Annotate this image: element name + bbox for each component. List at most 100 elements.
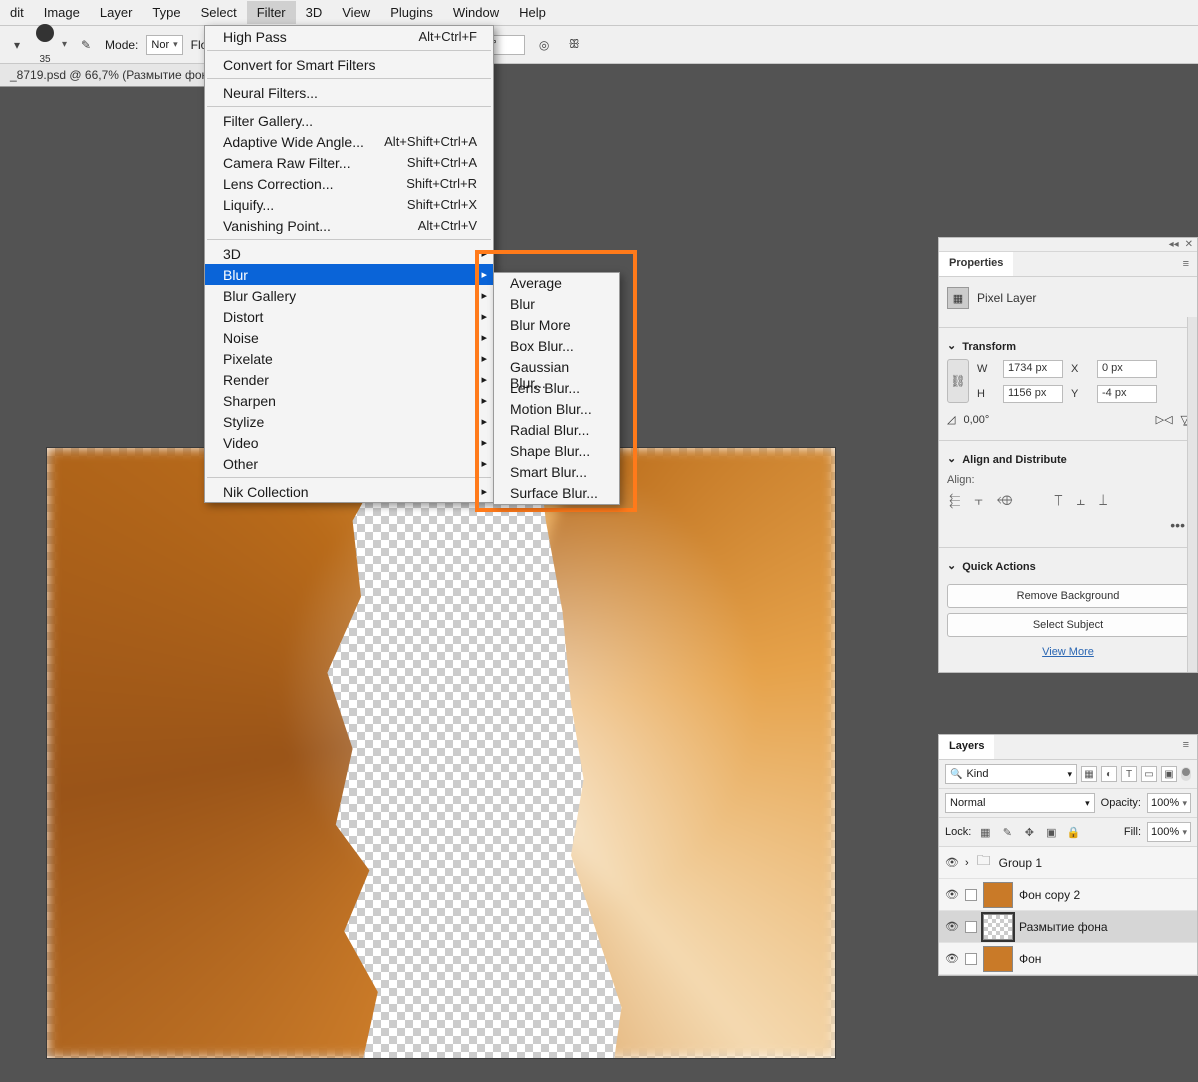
y-input[interactable]: -4 px xyxy=(1097,385,1157,403)
align-bottom-icon[interactable]: ⟘ xyxy=(1099,492,1107,509)
view-more-link[interactable]: View More xyxy=(947,642,1189,662)
menu-item-noise[interactable]: Noise xyxy=(205,327,493,348)
properties-tab[interactable]: Properties xyxy=(939,252,1013,276)
layer-list[interactable]: 👁›🗀Group 1👁Фон copy 2👁Размытие фона👁Фон xyxy=(939,847,1197,975)
filter-type-icon[interactable]: T xyxy=(1121,766,1137,782)
dropdown-caret-icon[interactable]: ▾ xyxy=(62,39,67,50)
layer-thumb[interactable] xyxy=(983,914,1013,940)
menu-item-3d[interactable]: 3D xyxy=(205,243,493,264)
lock-paint-icon[interactable]: ✎ xyxy=(999,824,1015,840)
tool-preset-icon[interactable]: ▾ xyxy=(6,34,28,56)
submenu-item-blur[interactable]: Blur xyxy=(494,294,619,315)
menu-select[interactable]: Select xyxy=(191,1,247,24)
align-left-icon[interactable]: ⬱ xyxy=(949,492,960,509)
submenu-item-gaussian-blur-[interactable]: Gaussian Blur... xyxy=(494,357,619,378)
submenu-item-box-blur-[interactable]: Box Blur... xyxy=(494,336,619,357)
layer-checkbox[interactable] xyxy=(965,889,977,901)
layer-checkbox[interactable] xyxy=(965,921,977,933)
lock-artboard-icon[interactable]: ▣ xyxy=(1043,824,1059,840)
align-top-icon[interactable]: ⟙ xyxy=(1054,492,1062,509)
layer-checkbox[interactable] xyxy=(965,953,977,965)
menu-item-camera-raw-filter-[interactable]: Camera Raw Filter...Shift+Ctrl+A xyxy=(205,152,493,173)
brush-settings-icon[interactable]: ✎ xyxy=(75,34,97,56)
layer-thumb[interactable] xyxy=(983,882,1013,908)
menu-item-convert-for-smart-filters[interactable]: Convert for Smart Filters xyxy=(205,54,493,75)
layer-name[interactable]: Фон xyxy=(1019,952,1041,966)
blur-submenu[interactable]: AverageBlurBlur MoreBox Blur...Gaussian … xyxy=(493,272,620,505)
transform-header[interactable]: Transform xyxy=(947,334,1189,359)
menu-item-blur-gallery[interactable]: Blur Gallery xyxy=(205,285,493,306)
menu-item-neural-filters-[interactable]: Neural Filters... xyxy=(205,82,493,103)
menu-item-sharpen[interactable]: Sharpen xyxy=(205,390,493,411)
align-right-icon[interactable]: ⬲ xyxy=(997,492,1012,509)
filter-adjust-icon[interactable]: ◐ xyxy=(1101,766,1117,782)
submenu-item-blur-more[interactable]: Blur More xyxy=(494,315,619,336)
menu-item-liquify-[interactable]: Liquify...Shift+Ctrl+X xyxy=(205,194,493,215)
menu-filter[interactable]: Filter xyxy=(247,1,296,24)
submenu-item-radial-blur-[interactable]: Radial Blur... xyxy=(494,420,619,441)
butterfly-icon[interactable]: ꕥ xyxy=(563,34,585,56)
layer-opacity-input[interactable]: 100% xyxy=(1147,793,1191,813)
select-subject-button[interactable]: Select Subject xyxy=(947,613,1189,637)
menu-item-filter-gallery-[interactable]: Filter Gallery... xyxy=(205,110,493,131)
symmetry-target-icon[interactable]: ◎ xyxy=(533,34,555,56)
panel-scrollbar[interactable] xyxy=(1187,317,1197,672)
menu-item-high-pass[interactable]: High PassAlt+Ctrl+F xyxy=(205,26,493,47)
flip-h-icon[interactable]: ▷◁ xyxy=(1156,413,1173,426)
menu-item-stylize[interactable]: Stylize xyxy=(205,411,493,432)
menu-view[interactable]: View xyxy=(332,1,380,24)
filter-toggle[interactable] xyxy=(1181,767,1191,781)
menu-item-render[interactable]: Render xyxy=(205,369,493,390)
visibility-icon[interactable]: 👁 xyxy=(945,856,959,869)
align-header[interactable]: Align and Distribute xyxy=(947,447,1189,472)
align-more-icon[interactable]: ••• xyxy=(947,513,1189,537)
height-input[interactable]: 1156 px xyxy=(1003,385,1063,403)
submenu-item-motion-blur-[interactable]: Motion Blur... xyxy=(494,399,619,420)
quick-actions-header[interactable]: Quick Actions xyxy=(947,554,1189,579)
document-canvas[interactable] xyxy=(47,448,835,1058)
document-tab[interactable]: _8719.psd @ 66,7% (Размытие фон xyxy=(0,64,218,87)
layer-fill-input[interactable]: 100% xyxy=(1147,822,1191,842)
menu-item-nik-collection[interactable]: Nik Collection xyxy=(205,481,493,502)
lock-all-icon[interactable]: 🔒 xyxy=(1065,824,1081,840)
visibility-icon[interactable]: 👁 xyxy=(945,920,959,933)
layer-row[interactable]: 👁 Фон copy 2 xyxy=(939,879,1197,911)
remove-background-button[interactable]: Remove Background xyxy=(947,584,1189,608)
disclosure-icon[interactable]: › xyxy=(965,857,969,869)
menu-item-distort[interactable]: Distort xyxy=(205,306,493,327)
menu-item-blur[interactable]: Blur xyxy=(205,264,493,285)
visibility-icon[interactable]: 👁 xyxy=(945,952,959,965)
menu-3d[interactable]: 3D xyxy=(296,1,333,24)
layer-row[interactable]: 👁›🗀Group 1 xyxy=(939,847,1197,879)
align-vcenter-icon[interactable]: ⫠ xyxy=(1077,492,1085,509)
layer-name[interactable]: Фон copy 2 xyxy=(1019,888,1080,902)
menu-type[interactable]: Type xyxy=(142,1,190,24)
submenu-item-shape-blur-[interactable]: Shape Blur... xyxy=(494,441,619,462)
submenu-item-lens-blur-[interactable]: Lens Blur... xyxy=(494,378,619,399)
menu-item-video[interactable]: Video xyxy=(205,432,493,453)
menu-help[interactable]: Help xyxy=(509,1,556,24)
menu-plugins[interactable]: Plugins xyxy=(380,1,443,24)
submenu-item-average[interactable]: Average xyxy=(494,273,619,294)
lock-trans-icon[interactable]: ▦ xyxy=(977,824,993,840)
submenu-item-smart-blur-[interactable]: Smart Blur... xyxy=(494,462,619,483)
collapse-icon[interactable]: ◂◂ xyxy=(1169,239,1179,250)
blend-mode-select[interactable]: Nor xyxy=(146,35,182,55)
visibility-icon[interactable]: 👁 xyxy=(945,888,959,901)
menu-item-vanishing-point-[interactable]: Vanishing Point...Alt+Ctrl+V xyxy=(205,215,493,236)
menu-dit[interactable]: dit xyxy=(0,1,34,24)
rotate-input[interactable]: 0,00° xyxy=(963,414,1021,426)
panel-title-bar[interactable]: ◂◂✕ xyxy=(939,238,1197,252)
layers-menu-icon[interactable]: ≡ xyxy=(1175,735,1197,759)
brush-preview-icon[interactable] xyxy=(36,24,54,42)
menu-window[interactable]: Window xyxy=(443,1,509,24)
menu-image[interactable]: Image xyxy=(34,1,90,24)
filter-menu[interactable]: High PassAlt+Ctrl+F Convert for Smart Fil… xyxy=(204,25,494,503)
layer-row[interactable]: 👁Размытие фона xyxy=(939,911,1197,943)
lock-move-icon[interactable]: ✥ xyxy=(1021,824,1037,840)
filter-smart-icon[interactable]: ▣ xyxy=(1161,766,1177,782)
filter-shape-icon[interactable]: ▭ xyxy=(1141,766,1157,782)
submenu-item-surface-blur-[interactable]: Surface Blur... xyxy=(494,483,619,504)
filter-pixel-icon[interactable]: ▦ xyxy=(1081,766,1097,782)
layer-filter-kind[interactable]: Kind▾ xyxy=(945,764,1077,784)
